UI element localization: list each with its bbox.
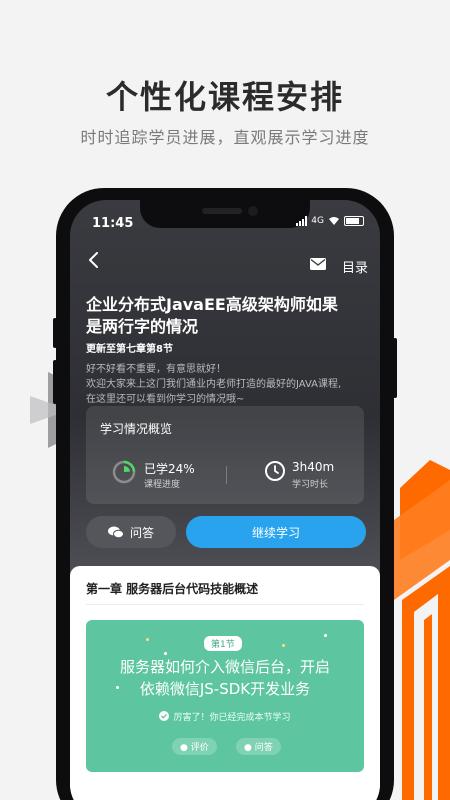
- continue-learning-label: 继续学习: [251, 525, 300, 540]
- lesson-complete-note: 厉害了！你已经完成本节学习: [86, 710, 364, 723]
- wifi-icon: [329, 217, 339, 225]
- promo-title: 个性化课程安排: [105, 78, 344, 116]
- progress-overview-card: 学习情况概览 已学24% 课程进度 3h40m 学习时长: [86, 406, 364, 504]
- chat-icon: ●: [244, 743, 252, 753]
- course-description-line: 欢迎大家来上这门我们通业内老师打造的最好的JAVA课程,: [86, 379, 342, 390]
- network-type: 4G: [311, 216, 324, 226]
- studied-label: 课程进度: [144, 480, 181, 490]
- studied-percent: 已学24%: [144, 462, 195, 476]
- qa-button-label: 问答: [129, 525, 154, 540]
- chat-icon: [107, 526, 124, 538]
- phone-side-button: [53, 318, 57, 348]
- phone-screen: 11:45 4G 目录 企业分布式JavaEE高级架构师如果 是两行字的情况 更…: [70, 200, 380, 800]
- lesson-complete-text: 厉害了！你已经完成本节学习: [173, 713, 291, 723]
- menu-button[interactable]: 目录: [342, 257, 368, 276]
- speaker: [202, 208, 242, 214]
- progress-card-title: 学习情况概览: [100, 422, 173, 436]
- decorative-dot: [146, 638, 149, 641]
- continue-learning-button[interactable]: 继续学习: [186, 516, 366, 548]
- stats-divider: [226, 466, 227, 484]
- course-description: 好不好看不重要，有意思就好！ 欢迎大家来上这门我们通业内老师打造的最好的JAVA…: [86, 362, 370, 407]
- chapter-panel: 第一章 服务器后台代码技能概述 第1节 服务器如何介入微信后台，开启 依赖微信J…: [70, 566, 380, 800]
- phone-side-button: [53, 360, 57, 404]
- status-indicators: 4G: [296, 216, 364, 226]
- rate-button[interactable]: ● 评价: [172, 738, 217, 755]
- course-title: 企业分布式JavaEE高级架构师如果 是两行字的情况: [86, 294, 366, 338]
- battery-icon: [344, 216, 364, 226]
- promo-subtitle: 时时追踪学员进展，直观展示学习进度: [80, 128, 370, 147]
- chapter-title: 第一章 服务器后台代码技能概述: [86, 582, 259, 596]
- course-description-line: 在这里还可以看到你学习的情况哦~: [86, 394, 245, 405]
- phone-side-button: [393, 338, 397, 398]
- lesson-title: 服务器如何介入微信后台，开启 依赖微信JS-SDK开发业务: [86, 656, 364, 700]
- course-title-line: 是两行字的情况: [86, 317, 199, 336]
- signal-icon: [296, 216, 308, 226]
- divider: [86, 604, 364, 605]
- study-duration-label: 学习时长: [292, 480, 329, 490]
- decorative-dot: [164, 652, 167, 655]
- rate-label: 评价: [190, 743, 209, 753]
- phone-notch: [140, 200, 310, 228]
- mail-icon[interactable]: [310, 258, 326, 270]
- decorative-dot: [282, 644, 285, 647]
- lesson-number-badge: 第1节: [204, 636, 242, 651]
- study-duration: 3h40m: [292, 460, 335, 474]
- lesson-card[interactable]: 第1节 服务器如何介入微信后台，开启 依赖微信JS-SDK开发业务 厉害了！你已…: [86, 620, 364, 772]
- course-description-line: 好不好看不重要，有意思就好！: [86, 364, 226, 375]
- decorative-dot: [324, 634, 327, 637]
- lesson-qa-label: 问答: [254, 743, 273, 753]
- course-title-line: 企业分布式JavaEE高级架构师如果: [86, 295, 338, 314]
- progress-ring-icon: [112, 460, 136, 484]
- course-update-status: 更新至第七章第8节: [86, 344, 173, 355]
- lesson-title-line: 服务器如何介入微信后台，开启: [119, 658, 330, 676]
- front-camera: [248, 206, 258, 216]
- status-time: 11:45: [92, 216, 134, 231]
- qa-button[interactable]: 问答: [86, 516, 176, 548]
- phone-frame: 11:45 4G 目录 企业分布式JavaEE高级架构师如果 是两行字的情况 更…: [53, 188, 397, 800]
- lesson-title-line: 依赖微信JS-SDK开发业务: [139, 680, 311, 698]
- chevron-left-icon[interactable]: [84, 250, 104, 270]
- lesson-qa-button[interactable]: ● 问答: [236, 738, 281, 755]
- clock-icon: [265, 461, 285, 481]
- rate-icon: ●: [180, 743, 188, 753]
- check-circle-icon: [159, 711, 170, 721]
